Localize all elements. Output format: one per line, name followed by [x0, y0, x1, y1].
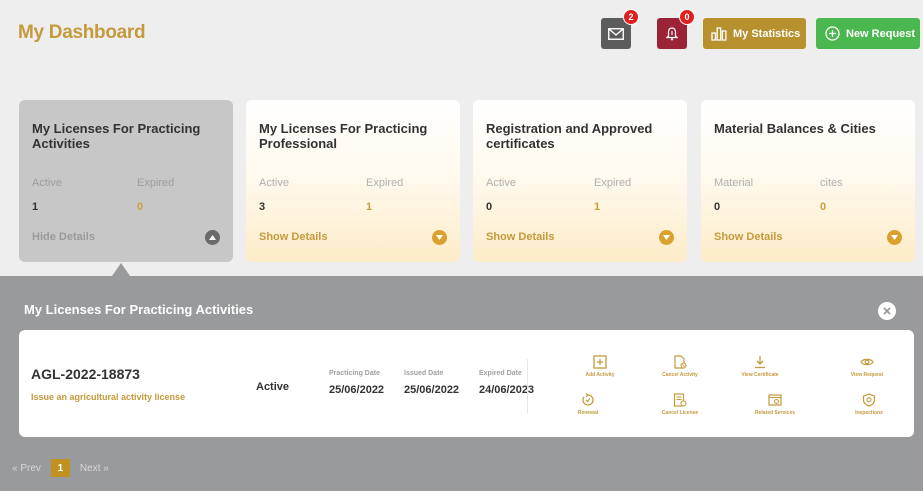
- expand-toggle[interactable]: [432, 230, 447, 245]
- card-practicing-professional[interactable]: My Licenses For Practicing Professional …: [246, 100, 460, 262]
- card-title: My Licenses For Practicing Activities: [32, 121, 201, 151]
- expand-toggle[interactable]: [659, 230, 674, 245]
- download-icon: [755, 356, 765, 369]
- expand-toggle[interactable]: [887, 230, 902, 245]
- card-value-active: 1: [32, 201, 39, 213]
- practicing-date-label: Practicing Date: [329, 370, 380, 377]
- view-request-button[interactable]: View Request: [827, 355, 907, 378]
- action-label: Cancel Activity: [662, 372, 698, 378]
- chevron-up-icon: [209, 235, 216, 240]
- action-label: View Certificate: [741, 372, 779, 378]
- mail-icon: [608, 27, 624, 40]
- cancel-activity-button[interactable]: Cancel Activity: [640, 355, 720, 378]
- cancel-license-button[interactable]: Cancel License: [640, 393, 720, 416]
- inspections-button[interactable]: Inspections: [829, 393, 909, 416]
- card-title: Registration and Approved certificates: [486, 121, 653, 151]
- license-row: AGL-2022-18873 Issue an agricultural act…: [19, 330, 914, 437]
- add-box-icon: [593, 355, 607, 369]
- next-page-button[interactable]: Next »: [80, 463, 109, 474]
- show-details-link[interactable]: Show Details: [259, 231, 327, 243]
- expired-date-label: Expired Date: [479, 370, 522, 377]
- plus-circle-icon: [825, 26, 840, 41]
- renewal-button[interactable]: Renewal: [548, 393, 628, 416]
- show-details-link[interactable]: Show Details: [486, 231, 554, 243]
- card-label-active: Active: [259, 177, 289, 189]
- related-services-button[interactable]: Related Services: [735, 393, 815, 416]
- action-label: Cancel License: [661, 410, 699, 416]
- practicing-date-value: 25/06/2022: [329, 384, 385, 396]
- collapse-toggle[interactable]: [205, 230, 220, 245]
- card-value-active: 0: [486, 201, 493, 213]
- card-label-active: Active: [32, 177, 62, 189]
- chevron-down-icon: [663, 235, 670, 240]
- action-label: Add Activity: [585, 372, 615, 378]
- card-title: My Licenses For Practicing Professional: [259, 121, 428, 151]
- card-value-expired: 1: [366, 201, 373, 213]
- card-label-cities: cites: [820, 177, 843, 189]
- card-label-active: Active: [486, 177, 516, 189]
- page-1-button[interactable]: 1: [50, 459, 70, 477]
- card-value-expired: 0: [137, 201, 144, 213]
- dashboard-header: My Dashboard 2 0 My Statistics New Reque…: [0, 0, 923, 70]
- shield-icon: [862, 393, 876, 407]
- cancel-doc-icon: [674, 355, 687, 369]
- notifications-count-badge: 0: [679, 9, 695, 25]
- details-panel: My Licenses For Practicing Activities AG…: [0, 276, 923, 491]
- eye-icon: [860, 358, 874, 366]
- prev-label: Prev: [20, 462, 41, 474]
- issued-date-value: 25/06/2022: [404, 384, 460, 396]
- card-value-expired: 1: [594, 201, 601, 213]
- related-services-icon: [768, 394, 782, 406]
- card-label-expired: Expired: [594, 177, 632, 189]
- panel-title: My Licenses For Practicing Activities: [24, 302, 254, 317]
- issued-date-label: Issued Date: [404, 370, 444, 377]
- license-number: AGL-2022-18873: [31, 366, 140, 382]
- card-label-expired: Expired: [366, 177, 404, 189]
- card-title: Material Balances & Cities: [714, 121, 876, 136]
- action-label: Inspections: [855, 410, 883, 416]
- my-statistics-label: My Statistics: [733, 27, 801, 40]
- card-value-active: 3: [259, 201, 266, 213]
- license-status: Active: [256, 381, 290, 393]
- action-label: Related Services: [754, 410, 796, 416]
- chevron-down-icon: [891, 235, 898, 240]
- close-icon: [883, 307, 891, 315]
- action-label: Renewal: [577, 410, 599, 416]
- new-request-label: New Request: [846, 27, 916, 40]
- next-label: Next: [79, 462, 101, 474]
- close-panel-button[interactable]: [878, 302, 896, 320]
- card-registration-certificates[interactable]: Registration and Approved certificates A…: [473, 100, 687, 262]
- action-label: View Request: [850, 372, 884, 378]
- messages-count-badge: 2: [623, 9, 639, 25]
- row-divider: [527, 359, 528, 414]
- messages-button[interactable]: 2: [601, 9, 639, 49]
- panel-pointer: [112, 263, 130, 276]
- bar-chart-icon: [711, 26, 727, 41]
- add-activity-button[interactable]: Add Activity: [560, 355, 640, 378]
- new-request-button[interactable]: New Request: [816, 18, 920, 49]
- bell-icon: [666, 26, 678, 40]
- prev-page-button[interactable]: « Prev: [12, 463, 41, 474]
- chevron-down-icon: [436, 235, 443, 240]
- my-statistics-button[interactable]: My Statistics: [703, 18, 806, 49]
- view-certificate-button[interactable]: View Certificate: [720, 355, 800, 378]
- card-value-material: 0: [714, 201, 721, 213]
- notifications-button[interactable]: 0: [657, 9, 695, 49]
- renew-icon: [582, 393, 594, 406]
- hide-details-link[interactable]: Hide Details: [32, 231, 95, 243]
- card-value-cities: 0: [820, 201, 827, 213]
- license-description[interactable]: Issue an agricultural activity license: [31, 392, 185, 402]
- cancel-license-icon: [673, 393, 687, 407]
- card-label-material: Material: [714, 177, 754, 189]
- card-label-expired: Expired: [137, 177, 175, 189]
- expired-date-value: 24/06/2023: [479, 384, 535, 396]
- page-title: My Dashboard: [18, 22, 146, 43]
- pagination: « Prev 1 Next »: [12, 459, 109, 477]
- card-material-balances[interactable]: Material Balances & Cities Material cite…: [701, 100, 915, 262]
- card-practicing-activities[interactable]: My Licenses For Practicing Activities Ac…: [19, 100, 233, 262]
- show-details-link[interactable]: Show Details: [714, 231, 782, 243]
